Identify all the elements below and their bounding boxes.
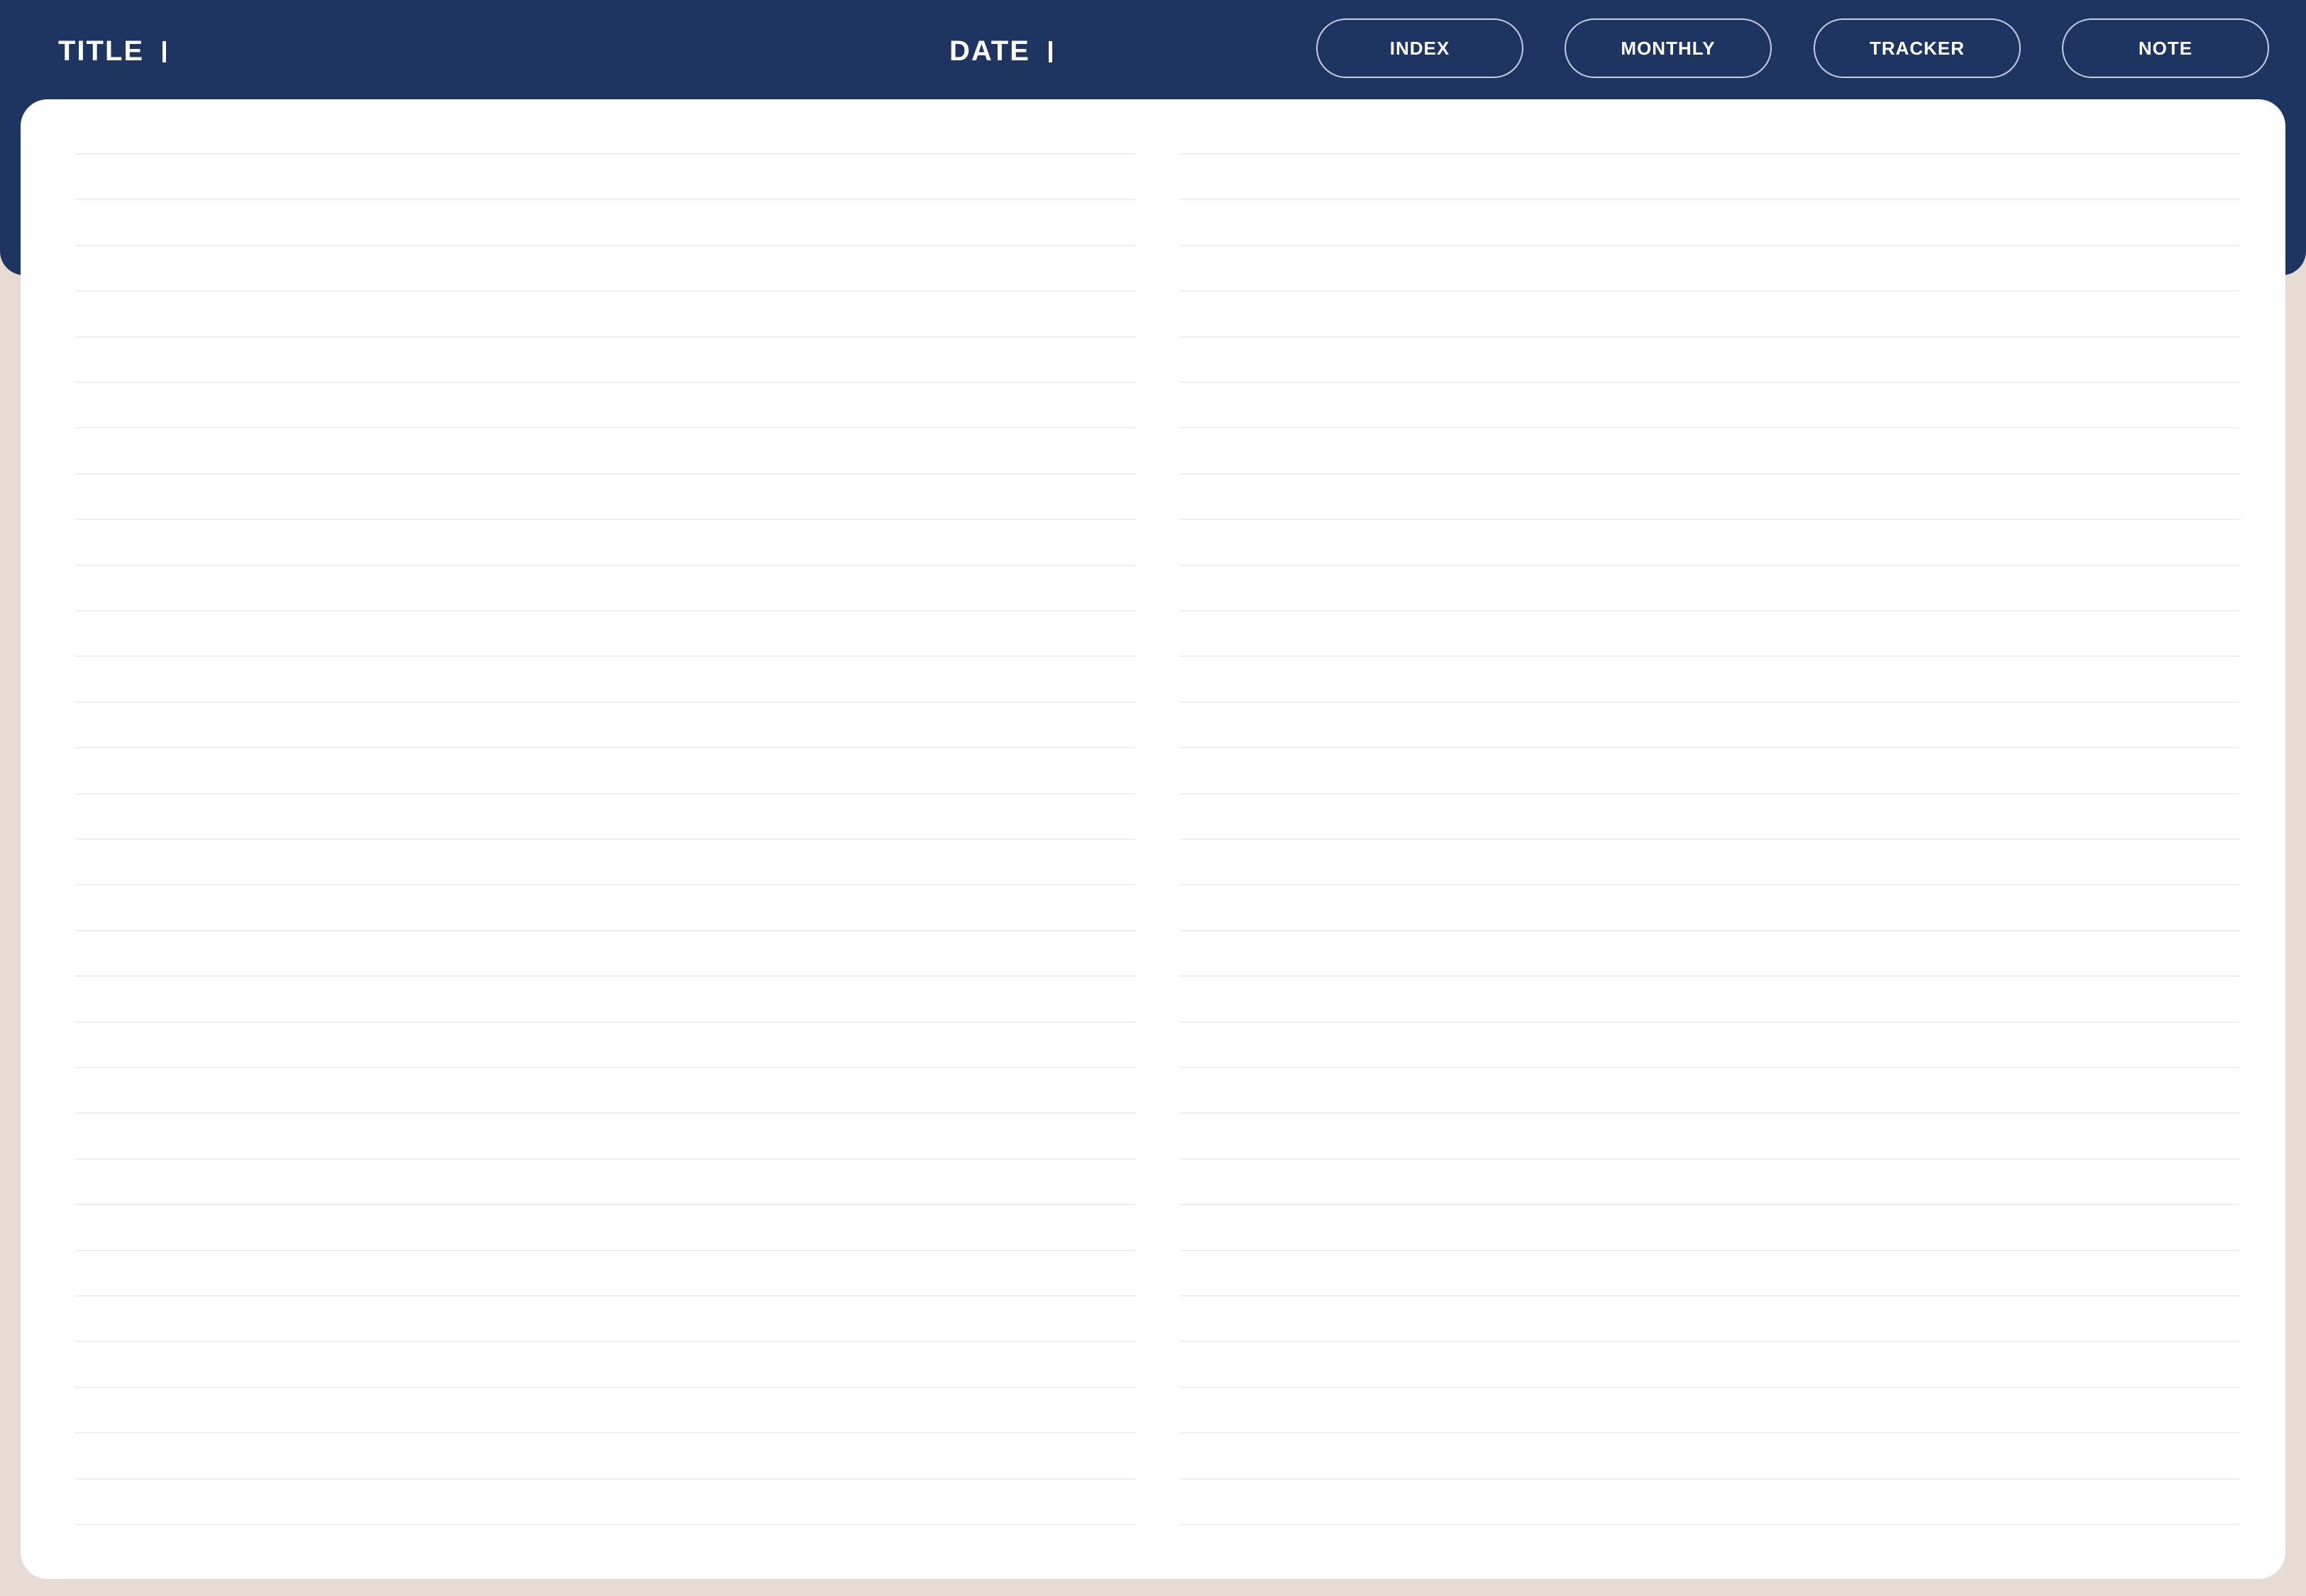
writing-line: [75, 382, 1136, 383]
writing-line: [75, 655, 1136, 658]
writing-line: [75, 1341, 1136, 1343]
writing-line: [75, 519, 1136, 521]
writing-line: [75, 1432, 1136, 1434]
writing-line: [1180, 655, 2240, 658]
writing-line: [1180, 336, 2240, 338]
writing-line: [1180, 564, 2240, 566]
writing-line: [75, 1295, 1136, 1297]
writing-line: [1180, 382, 2240, 383]
monthly-button[interactable]: MONTHLY: [1565, 18, 1772, 78]
writing-line: [1180, 1249, 2240, 1251]
writing-line: [1180, 975, 2240, 977]
writing-line: [75, 1249, 1136, 1251]
writing-line: [75, 929, 1136, 931]
title-label: TITLE: [58, 35, 145, 67]
writing-line: [1180, 1158, 2240, 1160]
date-text-cursor: [1048, 41, 1052, 62]
writing-line: [1180, 153, 2240, 155]
writing-line: [1180, 884, 2240, 886]
writing-line: [1180, 1478, 2240, 1480]
writing-line: [75, 975, 1136, 977]
writing-line: [75, 472, 1136, 475]
writing-line: [75, 336, 1136, 338]
writing-line: [75, 153, 1136, 155]
writing-line: [1180, 747, 2240, 749]
title-field[interactable]: TITLE: [58, 33, 167, 70]
writing-line: [75, 747, 1136, 749]
writing-line: [75, 1112, 1136, 1114]
writing-line: [75, 1478, 1136, 1480]
writing-line: [1180, 472, 2240, 475]
writing-line: [75, 290, 1136, 292]
writing-line: [1180, 1112, 2240, 1114]
writing-line: [75, 199, 1136, 201]
writing-line: [1180, 1524, 2240, 1525]
writing-line: [75, 792, 1136, 794]
writing-line: [75, 1524, 1136, 1525]
date-field[interactable]: DATE: [949, 33, 1052, 70]
writing-line: [75, 1386, 1136, 1388]
writing-line: [1180, 701, 2240, 703]
writing-line: [1180, 1067, 2240, 1068]
writing-line: [75, 884, 1136, 886]
writing-line: [1180, 1295, 2240, 1297]
index-button[interactable]: INDEX: [1316, 18, 1523, 78]
writing-line: [75, 1021, 1136, 1023]
writing-line: [1180, 838, 2240, 840]
tracker-button[interactable]: TRACKER: [1814, 18, 2021, 78]
writing-line: [75, 838, 1136, 840]
date-label: DATE: [949, 35, 1030, 67]
writing-line: [75, 1067, 1136, 1068]
writing-line: [1180, 244, 2240, 246]
writing-line: [1180, 792, 2240, 794]
writing-line: [1180, 519, 2240, 521]
writing-line: [75, 244, 1136, 246]
writing-line: [1180, 290, 2240, 292]
writing-line: [1180, 1341, 2240, 1343]
writing-line: [75, 1204, 1136, 1206]
writing-line: [75, 427, 1136, 429]
writing-line: [1180, 1432, 2240, 1434]
writing-line: [1180, 427, 2240, 429]
note-button[interactable]: NOTE: [2062, 18, 2269, 78]
writing-line: [1180, 1021, 2240, 1023]
right-column-lines[interactable]: [1180, 99, 2240, 1579]
writing-line: [75, 564, 1136, 566]
writing-line: [75, 610, 1136, 611]
writing-line: [75, 701, 1136, 703]
left-column-lines[interactable]: [75, 99, 1136, 1579]
writing-line: [1180, 1204, 2240, 1206]
title-text-cursor: [162, 41, 167, 62]
writing-line: [1180, 199, 2240, 201]
writing-line: [1180, 610, 2240, 611]
notes-page[interactable]: [21, 99, 2285, 1579]
writing-line: [1180, 929, 2240, 931]
writing-line: [75, 1158, 1136, 1160]
writing-line: [1180, 1386, 2240, 1388]
